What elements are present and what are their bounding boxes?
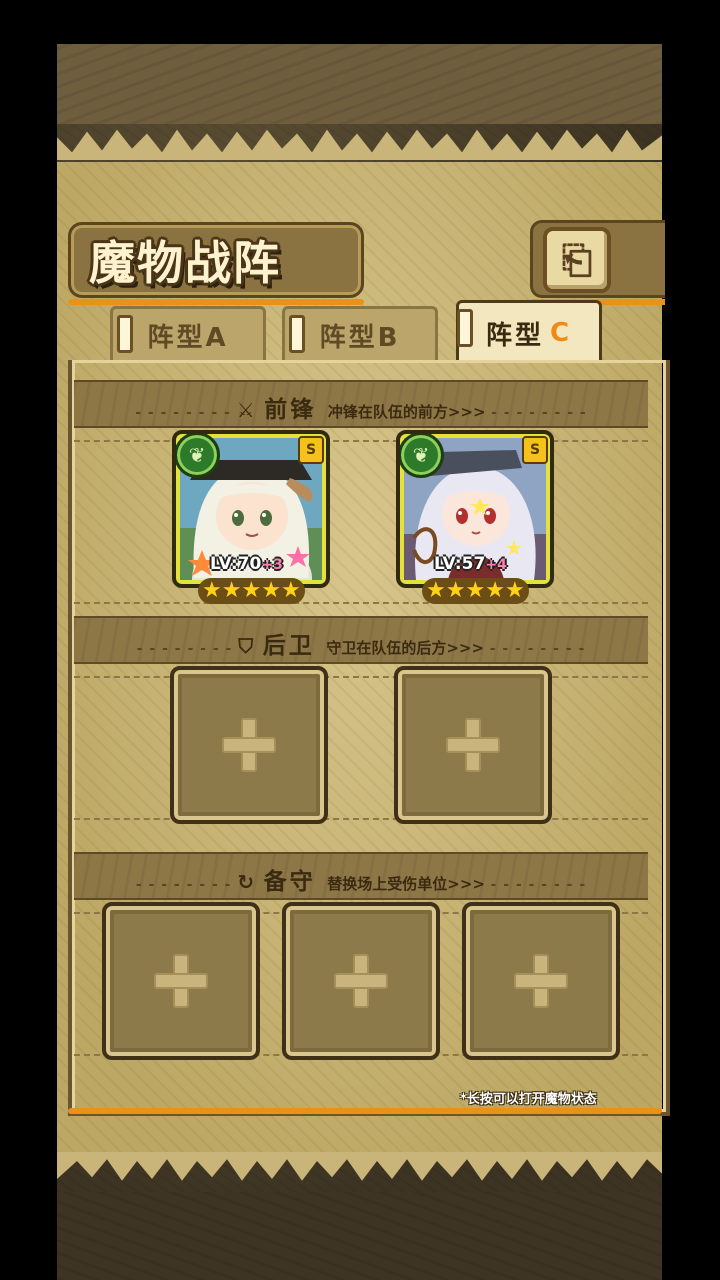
rearguard-row	[74, 676, 648, 820]
tab-formation-a[interactable]: 阵型A	[110, 306, 266, 361]
plus-icon	[334, 954, 388, 1008]
monster-card[interactable]: ❦ S LV:57+4	[396, 430, 554, 588]
monster-card[interactable]: ❦ S LV:70+3	[172, 430, 330, 588]
star-icon: ★	[202, 578, 222, 603]
tab-formation-c[interactable]: 阵型 C	[456, 300, 602, 363]
section-label: - - - - - - - - ⚔ 前锋 冲锋在队伍的前方>>> - - - -…	[135, 397, 587, 423]
tab-label: 阵型A	[147, 322, 229, 353]
star-icon: ★	[445, 578, 466, 603]
section-desc: 守卫在队伍的后方>>>	[326, 639, 485, 657]
level-value: LV:70	[210, 554, 262, 574]
torn-edge-bottom	[57, 1152, 662, 1181]
tab-peg	[117, 315, 133, 353]
leaf-element-icon: ❦	[176, 434, 220, 478]
section-header-vanguard: - - - - - - - - ⚔ 前锋 冲锋在队伍的前方>>> - - - -…	[74, 380, 648, 428]
tab-peg	[289, 315, 305, 353]
section-header-reserve: - - - - - - - - ↻ 备守 替换场上受伤单位>>> - - - -…	[74, 852, 648, 900]
empty-slot-reserve-3[interactable]	[462, 902, 620, 1060]
star-icon: ★	[261, 578, 281, 603]
empty-slot-reserve-2[interactable]	[282, 902, 440, 1060]
vanguard-row	[74, 440, 648, 604]
plus-icon	[222, 718, 276, 772]
star-icon: ★	[504, 578, 525, 603]
page-title: 魔物战阵	[89, 236, 281, 290]
star-rating: ★ ★ ★ ★ ★	[198, 578, 305, 604]
rank-badge: S	[522, 436, 548, 464]
tab-label-accent: C	[549, 318, 573, 348]
level-bonus: +3	[261, 557, 283, 573]
level-label: LV:70+3	[210, 554, 283, 574]
section-label: - - - - - - - - ⛉ 后卫 守卫在队伍的后方>>> - - - -…	[136, 633, 586, 659]
rank-badge: S	[298, 436, 324, 464]
section-label: - - - - - - - - ↻ 备守 替换场上受伤单位>>> - - - -…	[135, 869, 587, 895]
tab-peg	[457, 309, 473, 347]
map-band-bottom	[57, 1192, 662, 1280]
leaf-element-icon: ❦	[400, 434, 444, 478]
long-press-hint: *长按可以打开魔物状态	[460, 1092, 597, 1107]
back-arrow-icon: ⎗	[561, 237, 593, 282]
level-value: LV:57	[434, 554, 486, 574]
tab-label: 阵型	[485, 320, 544, 351]
plus-icon	[446, 718, 500, 772]
section-name: 前锋	[264, 397, 317, 423]
star-icon: ★	[485, 578, 505, 603]
empty-slot-reserve-1[interactable]	[102, 902, 260, 1060]
level-label: LV:57+4	[434, 554, 507, 574]
tab-label: 阵型B	[319, 322, 401, 353]
star-icon: ★	[426, 578, 446, 603]
section-desc: 冲锋在队伍的前方>>>	[327, 403, 486, 421]
star-icon: ★	[221, 578, 242, 603]
empty-slot-rearguard-1[interactable]	[170, 666, 328, 824]
plus-icon	[514, 954, 568, 1008]
torn-edge-top	[57, 129, 662, 160]
title-plaque: 魔物战阵	[68, 222, 364, 305]
tab-formation-b[interactable]: 阵型B	[282, 306, 438, 361]
swap-icon: ↻	[237, 870, 255, 894]
section-header-rearguard: - - - - - - - - ⛉ 后卫 守卫在队伍的后方>>> - - - -…	[74, 616, 648, 664]
star-icon: ★	[280, 578, 301, 603]
shield-icon: ⛉	[238, 634, 254, 658]
star-icon: ★	[241, 578, 262, 603]
star-rating: ★ ★ ★ ★ ★	[422, 578, 529, 604]
section-name: 备守	[263, 869, 316, 895]
section-desc: 替换场上受伤单位>>>	[327, 875, 485, 893]
sword-icon: ⚔	[236, 398, 255, 422]
formation-tabs: 阵型A 阵型B 阵型 C	[68, 300, 662, 364]
frame-bottom-edge	[68, 1108, 662, 1114]
empty-slot-rearguard-2[interactable]	[394, 666, 552, 824]
plus-icon	[154, 954, 208, 1008]
map-band-top	[57, 44, 662, 124]
back-button[interactable]: ⎗	[543, 227, 611, 293]
star-icon: ★	[465, 578, 486, 603]
level-bonus: +4	[485, 557, 507, 573]
section-name: 后卫	[262, 633, 315, 659]
back-plaque: ⎗	[530, 220, 665, 305]
